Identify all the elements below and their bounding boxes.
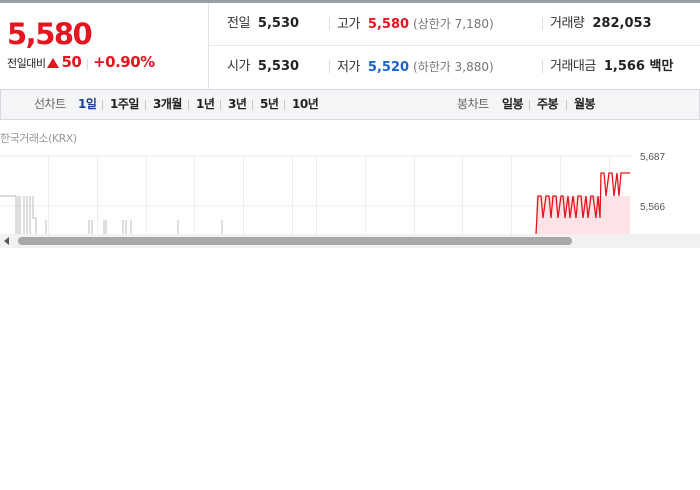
up-triangle-icon <box>47 58 60 68</box>
chart-period-tabs: 선차트 1일 1주일 3개월 1년 3년 5년 10년 봉차트 일봉 주봉 월봉 <box>0 89 700 120</box>
low-value: 5,520 <box>367 60 410 75</box>
stats-row-2: 시가 5,530 저가 5,520 (하한가 3,880) 거래대금 1,566 백만 <box>209 46 700 88</box>
chart-scrollbar[interactable] <box>0 234 700 248</box>
tab-1week[interactable]: 1주일 <box>110 90 139 119</box>
low-label: 저가 <box>337 60 360 75</box>
prev-close-value: 5,530 <box>257 16 300 31</box>
tab-daily-candle[interactable]: 일봉 <box>502 90 524 119</box>
stat-divider <box>542 17 543 30</box>
amount-value: 1,566 백만 <box>603 59 674 74</box>
tab-divider <box>529 100 530 110</box>
change-percent: +0.90% <box>93 53 155 71</box>
flat-price-line <box>0 195 223 234</box>
stat-divider <box>329 17 330 30</box>
change-divider: | <box>85 57 90 70</box>
y-tick-label: 5,566 <box>640 202 665 213</box>
stat-divider <box>542 60 543 73</box>
tab-10year[interactable]: 10년 <box>292 90 319 119</box>
low-cell: 저가 5,520 (하한가 3,880) <box>337 46 494 88</box>
line-chart-label: 선차트 <box>34 97 66 111</box>
high-label: 고가 <box>337 17 360 32</box>
tab-divider <box>102 100 103 110</box>
tab-3year[interactable]: 3년 <box>228 90 247 119</box>
change-value: 50 <box>61 53 82 71</box>
current-price-box: 5,580 전일대비 50 | +0.90% <box>0 3 209 89</box>
data-source: 한국거래소(KRX) <box>0 132 77 145</box>
stats-row-1: 전일 5,530 고가 5,580 (상한가 7,180) 거래량 282,053 <box>209 3 700 46</box>
high-value: 5,580 <box>367 17 410 32</box>
intraday-chart: 5,687 5,566 <box>0 152 665 234</box>
tab-monthly-candle[interactable]: 월봉 <box>574 90 596 119</box>
tab-divider <box>284 100 285 110</box>
y-tick-label: 5,687 <box>640 152 665 163</box>
lower-limit: (하한가 3,880) <box>413 60 494 74</box>
tab-weekly-candle[interactable]: 주봉 <box>537 90 559 119</box>
tab-divider <box>566 100 567 110</box>
open-label: 시가 <box>227 59 250 74</box>
quote-panel: 5,580 전일대비 50 | +0.90% 전일 5,530 고가 5,580 (상한가 … <box>0 3 700 90</box>
tab-divider <box>188 100 189 110</box>
open-value: 5,530 <box>257 59 300 74</box>
prev-close-label: 전일 <box>227 16 250 31</box>
upper-limit: (상한가 7,180) <box>413 17 494 31</box>
tab-divider <box>220 100 221 110</box>
tab-divider <box>252 100 253 110</box>
high-cell: 고가 5,580 (상한가 7,180) <box>337 3 494 45</box>
tab-1day[interactable]: 1일 <box>78 90 97 119</box>
volume-value: 282,053 <box>592 16 652 31</box>
prev-close-cell: 전일 5,530 <box>227 3 299 45</box>
amount-cell: 거래대금 1,566 백만 <box>550 46 673 88</box>
current-price: 5,580 <box>7 17 93 51</box>
volume-cell: 거래량 282,053 <box>550 3 652 45</box>
candle-chart-label: 봉차트 <box>457 97 489 111</box>
open-cell: 시가 5,530 <box>227 46 299 88</box>
change-row: 전일대비 50 | +0.90% <box>7 53 155 71</box>
scroll-left-arrow-icon[interactable] <box>4 237 9 245</box>
tab-divider <box>145 100 146 110</box>
change-label: 전일대비 <box>7 57 46 70</box>
stat-divider <box>329 60 330 73</box>
amount-label: 거래대금 <box>550 59 596 74</box>
tab-5year[interactable]: 5년 <box>260 90 279 119</box>
tab-3month[interactable]: 3개월 <box>153 90 182 119</box>
volume-label: 거래량 <box>550 16 585 31</box>
tab-1year[interactable]: 1년 <box>196 90 215 119</box>
scroll-thumb[interactable] <box>18 237 572 245</box>
